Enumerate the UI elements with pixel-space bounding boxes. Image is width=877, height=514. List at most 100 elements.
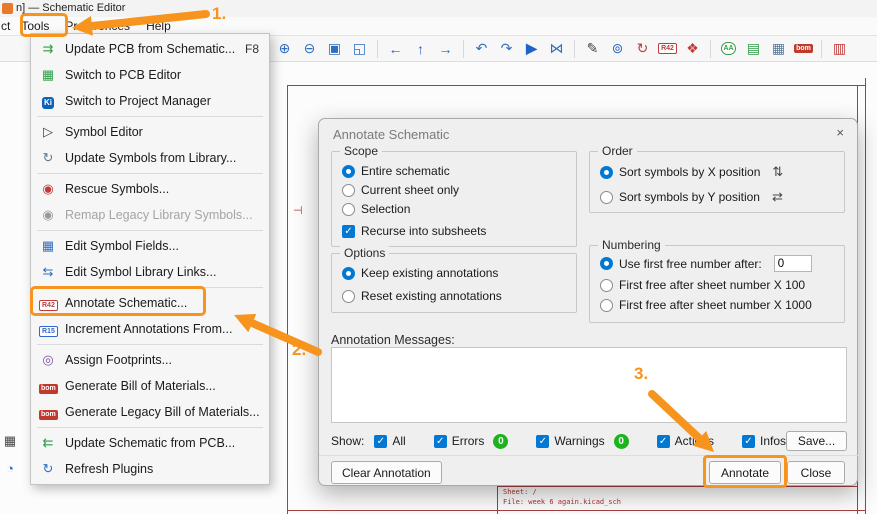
filter-errors[interactable]: Errors 0	[433, 433, 509, 449]
radio-label: First free after sheet number X 1000	[619, 298, 812, 312]
search-icon[interactable]: ⊚	[605, 38, 630, 60]
radio-label: First free after sheet number X 100	[619, 278, 806, 292]
radio-current-sheet-only[interactable]: Current sheet only	[342, 183, 568, 197]
radio-selection[interactable]: Selection	[342, 202, 568, 216]
menu-item-edit-symbol-library-links[interactable]: ⇆ Edit Symbol Library Links...	[31, 259, 269, 285]
units-icon[interactable]: ◔	[1, 459, 19, 477]
mirror-icon[interactable]: ⋈	[544, 38, 569, 60]
radio-first-free-x1000[interactable]: First free after sheet number X 1000	[600, 298, 836, 312]
menu-item-edit-symbol-fields[interactable]: ▦ Edit Symbol Fields...	[31, 233, 269, 259]
menu-item-increment-annotations[interactable]: R15 Increment Annotations From...	[31, 316, 269, 342]
checkbox-icon[interactable]	[656, 434, 670, 448]
menu-item-refresh-plugins[interactable]: ↻ Refresh Plugins	[31, 456, 269, 482]
annotate-button[interactable]: Annotate	[709, 461, 781, 484]
menu-item-switch-to-pcb-editor[interactable]: ▦ Switch to PCB Editor	[31, 62, 269, 88]
menu-item-update-schematic-from-pcb[interactable]: ⇇ Update Schematic from PCB...	[31, 430, 269, 456]
title-block-left	[497, 486, 498, 514]
radio-icon[interactable]	[600, 257, 613, 270]
checkbox-icon[interactable]	[741, 434, 755, 448]
menu-item-generate-bom[interactable]: bom Generate Bill of Materials...	[31, 373, 269, 399]
nav-left-icon[interactable]: ←	[383, 38, 408, 60]
radio-icon[interactable]	[342, 164, 355, 178]
nav-right-icon[interactable]: →	[433, 38, 458, 60]
link-icon: ⇆	[42, 264, 54, 279]
menu-item-switch-to-project-manager[interactable]: Ki Switch to Project Manager	[31, 88, 269, 114]
radio-icon[interactable]	[600, 298, 613, 312]
radio-icon[interactable]	[342, 289, 355, 303]
radio-keep-existing-annotations[interactable]: Keep existing annotations	[342, 266, 568, 280]
menu-item-label: Symbol Editor	[65, 125, 143, 139]
filter-infos-label: Infos	[759, 434, 786, 448]
radio-icon[interactable]	[342, 266, 355, 280]
menu-item-generate-legacy-bom[interactable]: bom Generate Legacy Bill of Materials...	[31, 399, 269, 425]
annotate-icon-text: R42	[39, 299, 58, 312]
menu-item-update-symbols[interactable]: ↻ Update Symbols from Library...	[31, 145, 269, 171]
filter-all[interactable]: All	[374, 434, 406, 448]
menu-separator	[37, 344, 263, 345]
undo-icon[interactable]: ↶	[469, 38, 494, 60]
show-label: Show:	[331, 434, 365, 448]
menu-item-assign-footprints[interactable]: ◎ Assign Footprints...	[31, 347, 269, 373]
radio-icon[interactable]	[600, 190, 613, 204]
schematic-setup-icon[interactable]: ✎	[580, 38, 605, 60]
kicad-logo-text: Ki	[42, 96, 54, 110]
checkbox-icon[interactable]	[374, 434, 388, 448]
menu-item-rescue-symbols[interactable]: ◉ Rescue Symbols...	[31, 176, 269, 202]
radio-first-free-x100[interactable]: First free after sheet number X 100	[600, 278, 836, 292]
sheet-border-bottom	[287, 510, 866, 511]
bom-icon[interactable]: bom	[791, 38, 816, 60]
lifebuoy-gray-icon: ◉	[42, 207, 54, 222]
checkbox-icon[interactable]	[536, 434, 550, 448]
radio-icon[interactable]	[600, 165, 613, 179]
assign-footprints-icon[interactable]: ▤	[741, 38, 766, 60]
radio-icon[interactable]	[342, 183, 355, 197]
menu-item-symbol-editor[interactable]: ▷ Symbol Editor	[31, 119, 269, 145]
symbol-fields-table-icon[interactable]: ▦	[766, 38, 791, 60]
menu-item-annotate-schematic[interactable]: R42 Annotate Schematic...	[31, 290, 269, 316]
radio-label: Keep existing annotations	[361, 266, 499, 280]
menu-item-shortcut: F8	[244, 42, 259, 56]
edge-partial-icon[interactable]: ▥	[827, 38, 852, 60]
checkbox-recurse-subsheets[interactable]: Recurse into subsheets	[342, 224, 568, 238]
close-button[interactable]: Close	[787, 461, 845, 484]
radio-icon[interactable]	[342, 202, 355, 216]
clear-annotation-button[interactable]: Clear Annotation	[331, 461, 442, 484]
filter-actions[interactable]: Actions	[656, 434, 714, 448]
radio-icon[interactable]	[600, 278, 613, 292]
nav-up-icon[interactable]: ↑	[408, 38, 433, 60]
callout-step-2: 2.	[292, 340, 307, 359]
filter-warnings[interactable]: Warnings 0	[536, 433, 629, 449]
zoom-out-icon[interactable]: ⊖	[297, 38, 322, 60]
zoom-in-icon[interactable]: ⊕	[272, 38, 297, 60]
filter-infos[interactable]: Infos	[741, 434, 786, 448]
zoom-selection-icon[interactable]: ◱	[347, 38, 372, 60]
redo-icon[interactable]: ↷	[494, 38, 519, 60]
toolbar-separator	[821, 39, 822, 58]
annotate-toolbar-icon[interactable]: R42	[655, 38, 680, 60]
app-icon	[2, 3, 13, 14]
radio-entire-schematic[interactable]: Entire schematic	[342, 164, 568, 178]
close-icon[interactable]: ×	[836, 125, 844, 140]
title-block-file: File: week 6 again.kicad_sch	[503, 498, 622, 506]
zoom-fit-icon[interactable]: ▣	[322, 38, 347, 60]
menu-item-label: Rescue Symbols...	[65, 182, 170, 196]
menu-separator	[37, 427, 263, 428]
menu-item-label: Assign Footprints...	[65, 353, 172, 367]
grid-icon[interactable]: ▦	[1, 432, 19, 450]
first-free-number-input[interactable]	[773, 255, 812, 272]
checkbox-icon[interactable]	[342, 224, 355, 238]
menu-item-label: Edit Symbol Library Links...	[65, 265, 217, 279]
menu-partial[interactable]: ct	[0, 17, 13, 35]
checkbox-icon[interactable]	[433, 434, 447, 448]
radio-sort-y-position[interactable]: Sort symbols by Y position ⇄	[600, 189, 836, 205]
save-button[interactable]: Save...	[786, 431, 847, 451]
erc-icon[interactable]: ❖	[680, 38, 705, 60]
radio-reset-existing-annotations[interactable]: Reset existing annotations	[342, 289, 568, 303]
update-symbols-icon[interactable]: ↻	[630, 38, 655, 60]
menu-item-update-pcb-from-schematic[interactable]: ⇉ Update PCB from Schematic... F8	[31, 36, 269, 62]
radio-use-first-free-number[interactable]: Use first free number after:	[600, 255, 836, 272]
annotation-messages-box[interactable]	[331, 347, 847, 423]
radio-sort-x-position[interactable]: Sort symbols by X position ⇅	[600, 164, 836, 180]
simulate-icon[interactable]: ▶	[519, 38, 544, 60]
text-size-icon[interactable]: AA	[716, 38, 741, 60]
